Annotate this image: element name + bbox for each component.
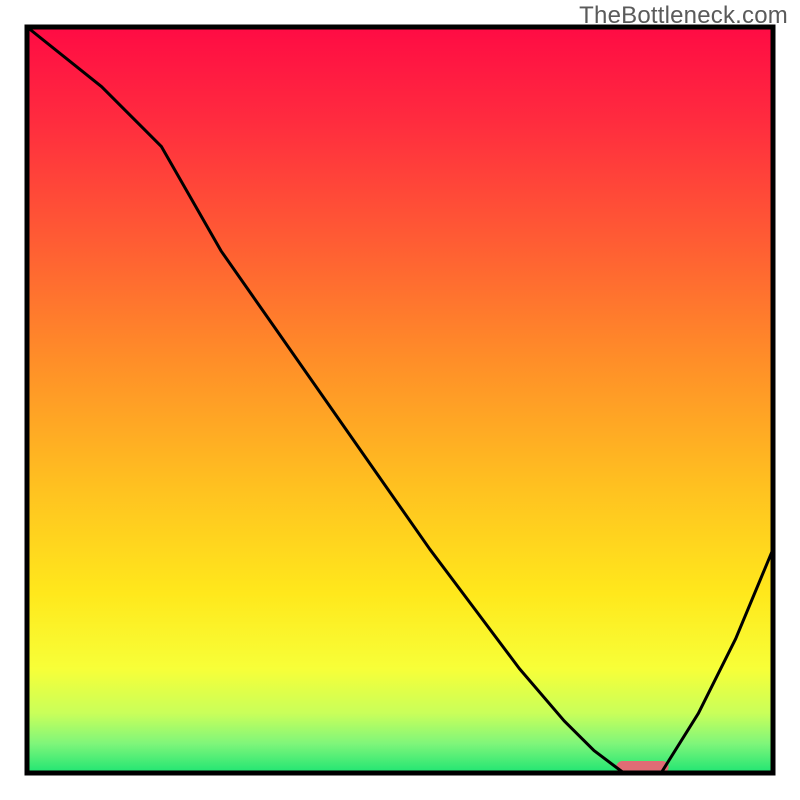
chart-gradient-background bbox=[27, 27, 773, 773]
watermark-text: TheBottleneck.com bbox=[579, 2, 788, 30]
bottleneck-chart bbox=[0, 0, 800, 800]
chart-container: { "watermark": "TheBottleneck.com", "col… bbox=[0, 0, 800, 800]
